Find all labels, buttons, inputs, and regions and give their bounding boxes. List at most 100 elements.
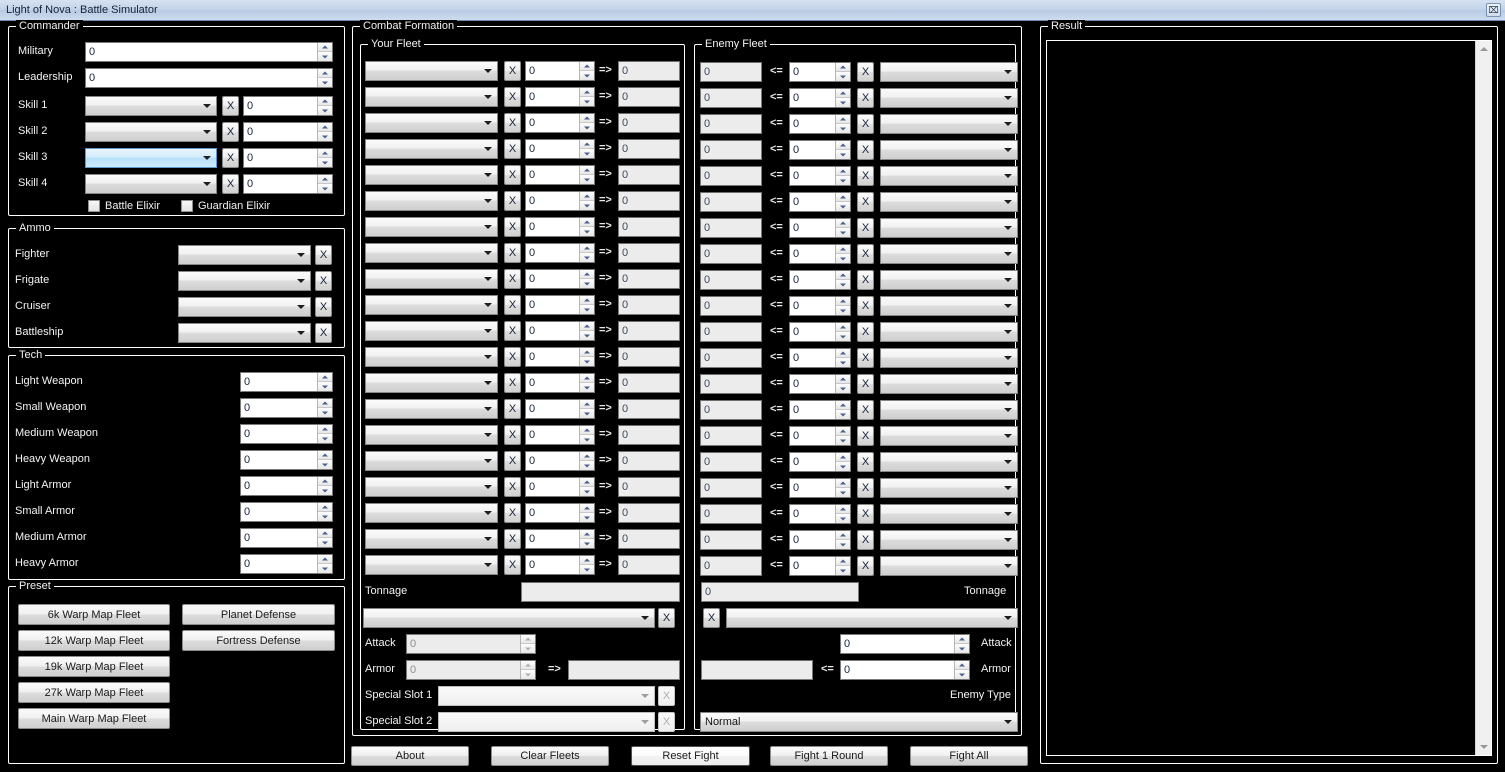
fleet-row-result-field[interactable]: 0 (618, 529, 680, 549)
your-ship-combo[interactable] (363, 608, 655, 628)
spinner-down-icon[interactable] (318, 52, 332, 61)
enemy-ship-clear-button[interactable]: X (703, 608, 720, 628)
fleet-row-count-spinner-stepper[interactable] (579, 296, 594, 314)
fleet-row-combo[interactable] (365, 321, 498, 341)
fleet-row-clear-button[interactable]: X (504, 269, 521, 289)
fleet-row-clear-button[interactable]: X (504, 295, 521, 315)
enemy-row-count-spinner[interactable]: 0 (789, 322, 851, 342)
spinner-up-icon[interactable] (836, 479, 850, 488)
enemy-row-combo[interactable] (880, 114, 1018, 134)
enemy-attack-spinner[interactable]: 0 (840, 634, 970, 654)
fleet-row-clear-button[interactable]: X (504, 139, 521, 159)
fleet-row-count-spinner[interactable]: 0 (525, 191, 595, 211)
tech-7-spinner[interactable]: 0 (240, 554, 333, 574)
spinner-up-icon[interactable] (836, 193, 850, 202)
enemy-row-clear-button[interactable]: X (857, 296, 874, 316)
spinner-down-icon[interactable] (580, 435, 594, 444)
fleet-row-count-spinner[interactable]: 0 (525, 399, 595, 419)
spinner-down-icon[interactable] (836, 98, 850, 107)
enemy-row-result-field[interactable]: 0 (700, 62, 762, 82)
fleet-row-clear-button[interactable]: X (504, 61, 521, 81)
skill-3-combo[interactable] (85, 148, 217, 168)
fleet-row-count-spinner-stepper[interactable] (579, 140, 594, 158)
fleet-row-count-spinner[interactable]: 0 (525, 295, 595, 315)
spinner-down-icon[interactable] (318, 382, 332, 391)
fleet-row-result-field[interactable]: 0 (618, 87, 680, 107)
preset-right-button-0[interactable]: Planet Defense (182, 604, 335, 625)
enemy-row-count-spinner[interactable]: 0 (789, 244, 851, 264)
spinner-up-icon[interactable] (318, 149, 332, 158)
leadership-spinner[interactable]: 0 (85, 68, 333, 88)
spinner-up-icon[interactable] (580, 296, 594, 305)
enemy-row-combo[interactable] (880, 348, 1018, 368)
fleet-row-clear-button[interactable]: X (504, 321, 521, 341)
enemy-row-result-field[interactable]: 0 (700, 530, 762, 550)
enemy-row-clear-button[interactable]: X (857, 88, 874, 108)
spinner-down-icon[interactable] (580, 513, 594, 522)
enemy-row-count-spinner[interactable]: 0 (789, 452, 851, 472)
spinner-up-icon[interactable] (836, 115, 850, 124)
spinner-down-icon[interactable] (318, 184, 332, 193)
fleet-row-count-spinner[interactable]: 0 (525, 243, 595, 263)
spinner-down-icon[interactable] (318, 158, 332, 167)
tech-2-spinner-stepper[interactable] (317, 425, 332, 443)
fleet-row-clear-button[interactable]: X (504, 87, 521, 107)
special-slot-1-combo[interactable] (438, 686, 655, 706)
fleet-row-combo[interactable] (365, 373, 498, 393)
spinner-up-icon[interactable] (580, 348, 594, 357)
military-spinner-stepper[interactable] (317, 43, 332, 61)
enemy-row-result-field[interactable]: 0 (700, 166, 762, 186)
tech-6-spinner[interactable]: 0 (240, 528, 333, 548)
fleet-row-combo[interactable] (365, 113, 498, 133)
enemy-row-result-field[interactable]: 0 (700, 348, 762, 368)
spinner-down-icon[interactable] (836, 124, 850, 133)
fleet-row-count-spinner-stepper[interactable] (579, 88, 594, 106)
fleet-row-count-spinner-stepper[interactable] (579, 504, 594, 522)
fleet-row-result-field[interactable]: 0 (618, 217, 680, 237)
fleet-row-count-spinner-stepper[interactable] (579, 166, 594, 184)
tech-6-spinner-stepper[interactable] (317, 529, 332, 547)
enemy-row-count-spinner[interactable]: 0 (789, 62, 851, 82)
fleet-row-count-spinner[interactable]: 0 (525, 217, 595, 237)
tech-5-spinner-stepper[interactable] (317, 503, 332, 521)
fleet-row-combo[interactable] (365, 165, 498, 185)
enemy-row-combo[interactable] (880, 452, 1018, 472)
enemy-row-result-field[interactable]: 0 (700, 452, 762, 472)
tech-7-spinner-stepper[interactable] (317, 555, 332, 573)
fleet-row-count-spinner-stepper[interactable] (579, 452, 594, 470)
fleet-row-combo[interactable] (365, 529, 498, 549)
spinner-up-icon[interactable] (580, 322, 594, 331)
skill-3-spinner-stepper[interactable] (317, 149, 332, 167)
spinner-up-icon[interactable] (580, 192, 594, 201)
enemy-row-count-spinner[interactable]: 0 (789, 530, 851, 550)
enemy-row-combo[interactable] (880, 244, 1018, 264)
enemy-row-count-spinner-stepper[interactable] (835, 297, 850, 315)
enemy-row-count-spinner[interactable]: 0 (789, 114, 851, 134)
spinner-down-icon[interactable] (580, 149, 594, 158)
skill-2-clear-button[interactable]: X (222, 122, 239, 142)
fleet-row-clear-button[interactable]: X (504, 191, 521, 211)
fleet-row-count-spinner-stepper[interactable] (579, 218, 594, 236)
spinner-down-icon[interactable] (836, 488, 850, 497)
fleet-row-count-spinner-stepper[interactable] (579, 114, 594, 132)
enemy-row-clear-button[interactable]: X (857, 530, 874, 550)
fleet-row-clear-button[interactable]: X (504, 399, 521, 419)
enemy-row-combo[interactable] (880, 62, 1018, 82)
spinner-up-icon[interactable] (836, 453, 850, 462)
enemy-row-count-spinner[interactable]: 0 (789, 374, 851, 394)
spinner-down-icon[interactable] (318, 460, 332, 469)
enemy-row-count-spinner-stepper[interactable] (835, 375, 850, 393)
enemy-row-combo[interactable] (880, 478, 1018, 498)
enemy-row-count-spinner[interactable]: 0 (789, 140, 851, 160)
fleet-row-result-field[interactable]: 0 (618, 269, 680, 289)
enemy-row-result-field[interactable]: 0 (700, 192, 762, 212)
enemy-row-clear-button[interactable]: X (857, 62, 874, 82)
fleet-row-combo[interactable] (365, 399, 498, 419)
spinner-up-icon[interactable] (318, 97, 332, 106)
fleet-row-count-spinner[interactable]: 0 (525, 529, 595, 549)
fleet-row-combo[interactable] (365, 61, 498, 81)
fleet-row-count-spinner-stepper[interactable] (579, 400, 594, 418)
fleet-row-count-spinner[interactable]: 0 (525, 269, 595, 289)
close-icon[interactable]: ⌧ (1486, 3, 1501, 17)
enemy-row-combo[interactable] (880, 270, 1018, 290)
